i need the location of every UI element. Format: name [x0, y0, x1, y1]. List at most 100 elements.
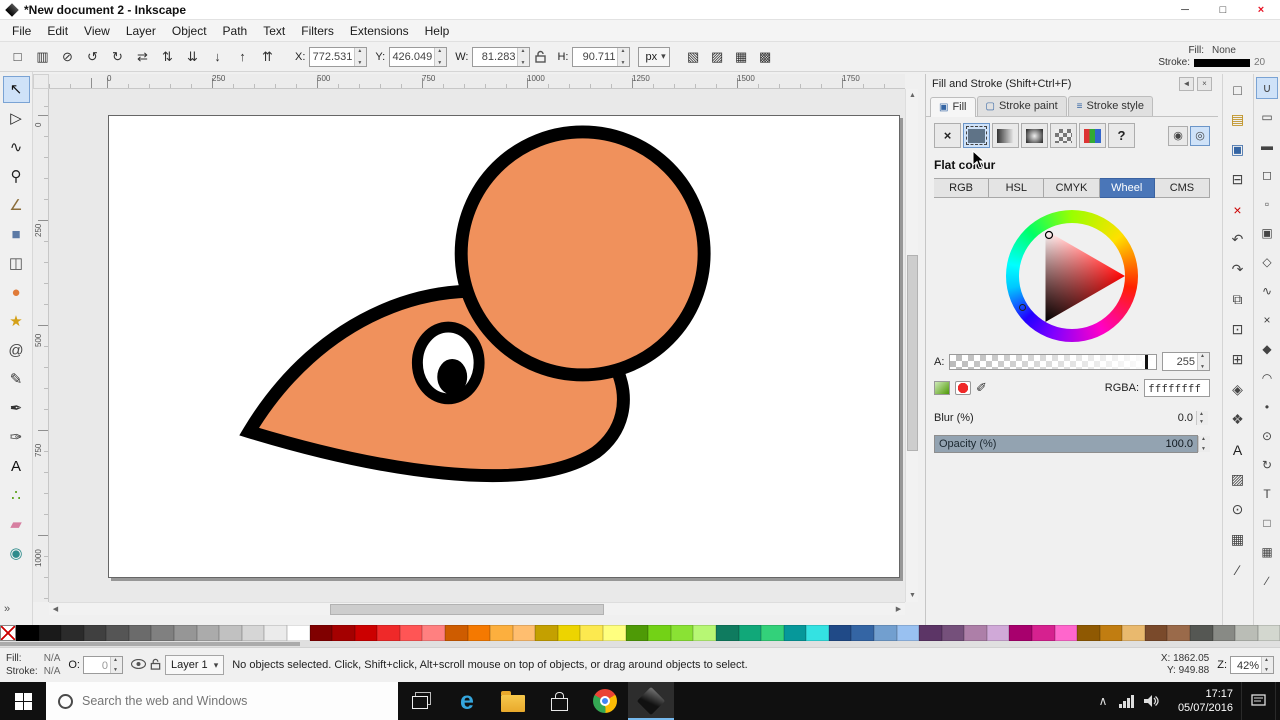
snap-nodes-button[interactable]: ◇ — [1256, 251, 1278, 273]
text-and-font-button[interactable]: A — [1225, 437, 1250, 462]
palette-swatch[interactable] — [1077, 625, 1100, 641]
palette-swatch[interactable] — [784, 625, 807, 641]
paint-bucket-tool[interactable]: ◉ — [3, 540, 30, 567]
palette-swatch[interactable] — [558, 625, 581, 641]
colorspace-tab[interactable]: HSL — [989, 178, 1044, 198]
palette-swatch[interactable] — [1235, 625, 1258, 641]
horizontal-scrollbar[interactable]: ◀ ▶ — [49, 602, 905, 615]
alpha-spinner[interactable] — [1197, 353, 1209, 370]
palette-swatch[interactable] — [422, 625, 445, 641]
zoom-tool[interactable]: ⚲ — [3, 163, 30, 190]
raise-button[interactable]: ↑ — [231, 45, 254, 68]
dialog-tab[interactable]: ▢Stroke paint — [977, 96, 1067, 116]
flip-vertical-button[interactable]: ⇅ — [156, 45, 179, 68]
volume-icon[interactable] — [1139, 682, 1163, 720]
opacity-slider[interactable]: Opacity (%) 100.0 — [934, 435, 1198, 453]
menu-item[interactable]: Edit — [39, 21, 76, 41]
dialog-dock-button[interactable]: ◄ — [1179, 77, 1194, 91]
palette-swatch[interactable] — [874, 625, 897, 641]
task-view-button[interactable] — [398, 682, 444, 720]
palette-swatch[interactable] — [1145, 625, 1168, 641]
snap-bbox-button[interactable]: ▭ — [1256, 106, 1278, 128]
toolbox-expander-button[interactable]: » — [4, 603, 10, 615]
snap-midpoints-button[interactable]: • — [1256, 396, 1278, 418]
copy-button[interactable]: ⧉ — [1225, 287, 1250, 312]
palette-swatch[interactable] — [1258, 625, 1280, 641]
dialog-close-button[interactable]: × — [1197, 77, 1212, 91]
box3d-tool[interactable]: ◫ — [3, 250, 30, 277]
close-button[interactable]: × — [1242, 0, 1280, 19]
palette-swatch[interactable] — [468, 625, 491, 641]
snap-intersections-button[interactable]: × — [1256, 309, 1278, 331]
eraser-tool[interactable]: ▰ — [3, 511, 30, 538]
snap-bbox-corners-button[interactable]: ◻ — [1256, 164, 1278, 186]
palette-swatch[interactable] — [1190, 625, 1213, 641]
vertical-ruler[interactable]: 02505007501000 — [33, 89, 49, 602]
file-explorer-button[interactable] — [490, 682, 536, 720]
snap-bbox-centers-button[interactable]: ▣ — [1256, 222, 1278, 244]
spray-tool[interactable]: ∴ — [3, 482, 30, 509]
snap-enable-button[interactable]: ∪ — [1256, 77, 1278, 99]
palette-none-swatch[interactable] — [0, 625, 16, 641]
paint-radial-gradient-button[interactable] — [1021, 123, 1048, 148]
mouse-head-shape[interactable] — [461, 132, 704, 375]
scroll-down-icon[interactable]: ▼ — [906, 589, 919, 602]
palette-swatch[interactable] — [219, 625, 242, 641]
lower-to-bottom-button[interactable]: ⇊ — [181, 45, 204, 68]
palette-swatch[interactable] — [377, 625, 400, 641]
paste-button[interactable]: ⊡ — [1225, 317, 1250, 342]
inkscape-taskbar-button[interactable] — [628, 682, 674, 720]
snap-page-border-button[interactable]: □ — [1256, 512, 1278, 534]
pencil-tool[interactable]: ✎ — [3, 366, 30, 393]
fill-indicator-value[interactable]: None — [1208, 45, 1268, 57]
palette-swatch[interactable] — [603, 625, 626, 641]
text-tool[interactable]: A — [3, 453, 30, 480]
palette-swatch[interactable] — [1055, 625, 1078, 641]
alpha-slider-handle[interactable] — [1145, 355, 1148, 369]
colorspace-tab[interactable]: CMYK — [1044, 178, 1099, 198]
height-spinner[interactable] — [617, 48, 629, 66]
mouse-pupil-shape[interactable] — [437, 359, 467, 395]
paint-none-button[interactable]: × — [934, 123, 961, 148]
affect-corners-button[interactable]: ▨ — [706, 45, 729, 68]
hue-marker[interactable] — [1019, 304, 1026, 311]
open-document-button[interactable]: ▤ — [1225, 107, 1250, 132]
colorspace-tab[interactable]: CMS — [1155, 178, 1210, 198]
snap-bbox-edges-button[interactable]: ▬ — [1256, 135, 1278, 157]
rotate-ccw-button[interactable]: ↺ — [81, 45, 104, 68]
store-button[interactable] — [536, 682, 582, 720]
width-spinner[interactable] — [517, 48, 529, 66]
palette-swatch[interactable] — [716, 625, 739, 641]
gamut-swatch-icon[interactable] — [934, 381, 950, 395]
star-tool[interactable]: ★ — [3, 308, 30, 335]
blur-spinner[interactable] — [1196, 411, 1208, 425]
menu-item[interactable]: Path — [215, 21, 256, 41]
zoom-input[interactable]: 42% — [1230, 656, 1274, 674]
clone-button[interactable]: ◈ — [1225, 377, 1250, 402]
color-profile-icon[interactable] — [955, 381, 971, 395]
palette-swatch[interactable] — [1100, 625, 1123, 641]
duplicate-button[interactable]: ⊞ — [1225, 347, 1250, 372]
close-document-button[interactable]: × — [1225, 197, 1250, 222]
palette-swatch[interactable] — [61, 625, 84, 641]
palette-swatch[interactable] — [1009, 625, 1032, 641]
node-tool[interactable]: ▷ — [3, 105, 30, 132]
scroll-left-icon[interactable]: ◀ — [49, 603, 62, 616]
palette-swatch[interactable] — [626, 625, 649, 641]
rotate-cw-button[interactable]: ↻ — [106, 45, 129, 68]
dialog-tab[interactable]: ▣Fill — [930, 97, 976, 117]
palette-swatch[interactable] — [829, 625, 852, 641]
guides-button[interactable]: ∕ — [1225, 557, 1250, 582]
dialog-tab[interactable]: ≡Stroke style — [1068, 96, 1153, 116]
snap-smooth-nodes-button[interactable]: ◠ — [1256, 367, 1278, 389]
paint-flat-colour-button[interactable] — [963, 123, 990, 148]
palette-swatch[interactable] — [355, 625, 378, 641]
fill-stroke-indicator[interactable]: Fill: N/A Stroke: N/A — [6, 652, 60, 678]
measure-tool[interactable]: ∠ — [3, 192, 30, 219]
palette-swatch[interactable] — [919, 625, 942, 641]
network-icon[interactable] — [1115, 682, 1139, 720]
palette-swatch[interactable] — [151, 625, 174, 641]
palette-swatch[interactable] — [1213, 625, 1236, 641]
layer-lock-icon[interactable] — [150, 658, 161, 673]
sb-opacity-spinner[interactable] — [110, 657, 122, 673]
